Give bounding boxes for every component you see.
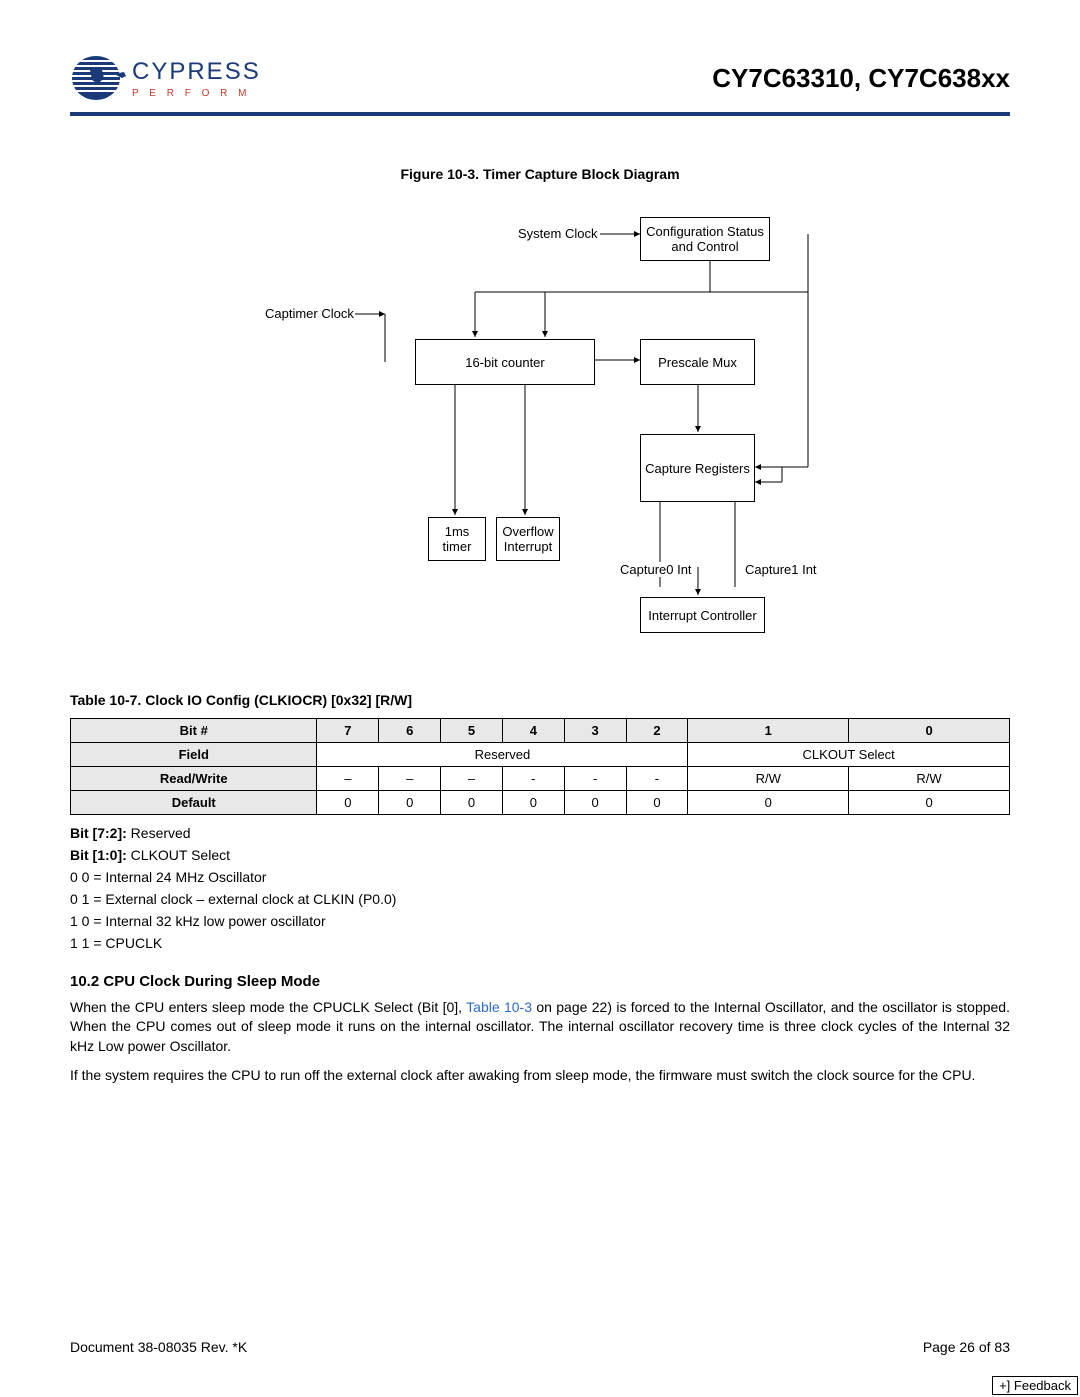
box-16bit-counter: 16-bit counter — [415, 339, 595, 385]
header-rule — [70, 112, 1010, 116]
box-1ms-timer: 1ms timer — [428, 517, 486, 561]
bit72-label: Bit [7:2]: — [70, 825, 127, 841]
section-paragraph-1: When the CPU enters sleep mode the CPUCL… — [70, 998, 1010, 1056]
table-row-field: Field Reserved CLKOUT Select — [71, 743, 1010, 767]
logo-globe-icon — [70, 50, 126, 106]
register-table: Bit # 7 6 5 4 3 2 1 0 Field Reserved CLK… — [70, 718, 1010, 815]
bit-descriptions: Bit [7:2]: Reserved Bit [1:0]: CLKOUT Se… — [70, 825, 1010, 951]
label-captimer-clock: Captimer Clock — [265, 306, 354, 321]
logo-text: CYPRESS — [132, 58, 261, 86]
footer-page-number: Page 26 of 83 — [923, 1339, 1010, 1355]
section-heading: 10.2 CPU Clock During Sleep Mode — [70, 973, 1010, 990]
label-system-clock: System Clock — [518, 226, 597, 241]
box-capture-registers: Capture Registers — [640, 434, 755, 502]
bit10-label: Bit [1:0]: — [70, 847, 127, 863]
document-title: CY7C63310, CY7C638xx — [712, 63, 1010, 94]
clkout-opt-01: 0 1 = External clock – external clock at… — [70, 891, 1010, 907]
clkout-opt-00: 0 0 = Internal 24 MHz Oscillator — [70, 869, 1010, 885]
table-caption: Table 10-7. Clock IO Config (CLKIOCR) [0… — [70, 692, 1010, 708]
figure-caption: Figure 10-3. Timer Capture Block Diagram — [70, 166, 1010, 182]
th-bitnum: Bit # — [71, 719, 317, 743]
table-row-readwrite: Read/Write – – – - - - R/W R/W — [71, 767, 1010, 791]
clkout-opt-10: 1 0 = Internal 32 kHz low power oscillat… — [70, 913, 1010, 929]
page-header: CYPRESS P E R F O R M CY7C63310, CY7C638… — [70, 50, 1010, 106]
page-footer: Document 38-08035 Rev. *K Page 26 of 83 — [70, 1339, 1010, 1355]
box-interrupt-controller: Interrupt Controller — [640, 597, 765, 633]
label-capture0-int: Capture0 Int — [620, 562, 692, 577]
box-config-status: Configuration Status and Control — [640, 217, 770, 261]
logo-tagline: P E R F O R M — [132, 88, 261, 99]
logo: CYPRESS P E R F O R M — [70, 50, 261, 106]
box-overflow-interrupt: Overflow Interrupt — [496, 517, 560, 561]
table-row-default: Default 0 0 0 0 0 0 0 0 — [71, 791, 1010, 815]
box-prescale-mux: Prescale Mux — [640, 339, 755, 385]
block-diagram: System Clock Configuration Status and Co… — [190, 212, 890, 662]
clkout-opt-11: 1 1 = CPUCLK — [70, 935, 1010, 951]
feedback-button[interactable]: +] Feedback — [992, 1376, 1078, 1395]
footer-doc-rev: Document 38-08035 Rev. *K — [70, 1339, 247, 1355]
link-table-10-3[interactable]: Table 10-3 — [466, 999, 532, 1015]
label-capture1-int: Capture1 Int — [745, 562, 817, 577]
section-paragraph-2: If the system requires the CPU to run of… — [70, 1066, 1010, 1085]
table-header-row: Bit # 7 6 5 4 3 2 1 0 — [71, 719, 1010, 743]
